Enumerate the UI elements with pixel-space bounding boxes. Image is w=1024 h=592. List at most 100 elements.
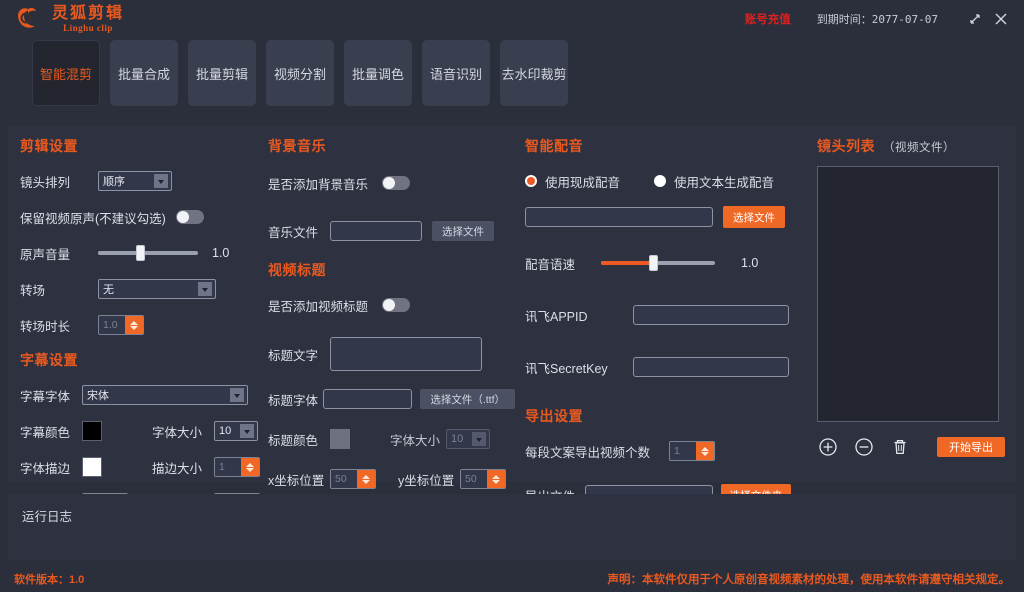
transition-duration-spinner[interactable]: 1.0 <box>98 315 144 335</box>
row-title-position: x坐标位置 50 y坐标位置 50 <box>268 464 515 494</box>
volume-label: 原声音量 <box>20 244 98 263</box>
title-font-size-value: 10 <box>451 433 463 445</box>
title-color-swatch[interactable] <box>330 429 350 449</box>
row-title-color: 标题颜色 字体大小 10 <box>268 424 515 454</box>
title-bar: 灵狐剪辑 Linghu clip 账号充值 到期时间：2077-07-07 <box>0 0 1024 38</box>
spinner-arrows-icon[interactable] <box>125 316 143 334</box>
title-y-spinner[interactable]: 50 <box>460 469 506 489</box>
row-subtitle-stroke: 字体描边 描边大小 1 <box>20 452 260 482</box>
minus-circle-icon[interactable] <box>853 436 875 458</box>
edit-settings-title: 剪辑设置 <box>20 136 260 156</box>
spinner-arrows-icon[interactable] <box>696 442 714 460</box>
row-dubbing-radios: 使用现成配音 使用文本生成配音 <box>525 166 805 196</box>
spinner-arrows-icon[interactable] <box>357 470 375 488</box>
tab-speech-recognition[interactable]: 语音识别 <box>422 40 490 106</box>
restore-icon[interactable] <box>962 6 988 32</box>
subtitle-color-swatch[interactable] <box>82 421 102 441</box>
shot-order-value: 顺序 <box>103 173 125 189</box>
start-export-button[interactable]: 开始导出 <box>937 437 1005 457</box>
app-logo: 灵狐剪辑 Linghu clip <box>14 4 124 34</box>
toggle-knob <box>383 177 395 189</box>
spinner-arrows-icon[interactable] <box>487 470 505 488</box>
tab-watermark-crop[interactable]: 去水印裁剪 <box>500 40 568 106</box>
row-bgm-enable: 是否添加背景音乐 <box>268 168 515 198</box>
column-dubbing-export: 智能配音 使用现成配音 使用文本生成配音 选择文件 配音语速 1.0 <box>515 126 805 482</box>
title-text-input[interactable] <box>330 337 482 371</box>
keep-audio-toggle[interactable] <box>176 210 204 224</box>
tab-label: 批量剪辑 <box>196 64 248 83</box>
title-font-size-label: 字体大小 <box>390 430 446 449</box>
title-font-label: 标题字体 <box>268 390 323 409</box>
title-font-choose-button[interactable]: 选择文件（.ttf） <box>420 389 515 409</box>
column-edit-settings: 剪辑设置 镜头排列 顺序 保留视频原声(不建议勾选) 原声音量 <box>8 126 260 482</box>
app-window: 灵狐剪辑 Linghu clip 账号充值 到期时间：2077-07-07 智能… <box>0 0 1024 592</box>
appid-label: 讯飞APPID <box>525 306 633 325</box>
plus-circle-icon[interactable] <box>817 436 839 458</box>
spinner-value: 1 <box>670 442 696 460</box>
tab-video-split[interactable]: 视频分割 <box>266 40 334 106</box>
secretkey-input[interactable] <box>633 357 789 377</box>
title-font-input[interactable] <box>323 389 413 409</box>
radio-text-dub-label: 使用文本生成配音 <box>674 172 774 191</box>
subtitle-settings-title: 字幕设置 <box>20 350 260 370</box>
subtitle-font-select[interactable]: 宋体 <box>82 385 248 405</box>
dubbing-speed-value: 1.0 <box>741 256 758 270</box>
video-title-title: 视频标题 <box>268 260 515 280</box>
volume-value: 1.0 <box>212 246 229 260</box>
row-title-font: 标题字体 选择文件（.ttf） <box>268 384 515 414</box>
subtitle-stroke-swatch[interactable] <box>82 457 102 477</box>
tab-smart-mix[interactable]: 智能混剪 <box>32 40 100 106</box>
title-x-spinner[interactable]: 50 <box>330 469 376 489</box>
slider-handle[interactable] <box>136 245 145 261</box>
transition-select[interactable]: 无 <box>98 279 216 299</box>
title-enable-label: 是否添加视频标题 <box>268 296 368 315</box>
row-transition-duration: 转场时长 1.0 <box>20 310 260 340</box>
stroke-size-spinner[interactable]: 1 <box>214 457 260 477</box>
tab-batch-compose[interactable]: 批量合成 <box>110 40 178 106</box>
radio-existing-dub[interactable] <box>525 175 537 187</box>
transition-label: 转场 <box>20 280 98 299</box>
subtitle-font-size-select[interactable]: 10 <box>214 421 258 441</box>
spinner-value: 1.0 <box>99 316 125 334</box>
tab-label: 语音识别 <box>430 64 482 83</box>
row-transition: 转场 无 <box>20 274 260 304</box>
bgm-file-input[interactable] <box>330 221 422 241</box>
run-log-panel[interactable]: 运行日志 <box>8 494 1016 560</box>
tab-batch-edit[interactable]: 批量剪辑 <box>188 40 256 106</box>
dubbing-title: 智能配音 <box>525 136 805 156</box>
close-icon[interactable] <box>988 6 1014 32</box>
dubbing-speed-slider[interactable] <box>601 253 715 273</box>
tab-label: 批量合成 <box>118 64 170 83</box>
title-y-label: y坐标位置 <box>398 470 460 489</box>
tab-bar: 智能混剪 批量合成 批量剪辑 视频分割 批量调色 语音识别 去水印裁剪 <box>0 38 1024 116</box>
dubbing-choose-file-button[interactable]: 选择文件 <box>723 206 785 228</box>
dubbing-speed-label: 配音语速 <box>525 254 601 273</box>
tab-batch-color[interactable]: 批量调色 <box>344 40 412 106</box>
disclaimer-text: 声明：本软件仅用于个人原创音视频素材的处理，使用本软件请遵守相关规定。 <box>608 571 1011 587</box>
trash-icon[interactable] <box>889 436 911 458</box>
logo-title-en: Linghu clip <box>52 24 124 33</box>
radio-text-dub[interactable] <box>654 175 666 187</box>
chevron-down-icon <box>476 438 482 442</box>
bgm-enable-toggle[interactable] <box>382 176 410 190</box>
title-font-size-select[interactable]: 10 <box>446 429 490 449</box>
radio-existing-dub-label: 使用现成配音 <box>545 172 620 191</box>
volume-slider[interactable] <box>98 243 198 263</box>
shot-order-select[interactable]: 顺序 <box>98 171 172 191</box>
spinner-arrows-icon[interactable] <box>241 458 259 476</box>
shot-list-box[interactable] <box>817 166 999 422</box>
row-dubbing-speed: 配音语速 1.0 <box>525 248 805 278</box>
chevron-down-icon <box>244 430 250 434</box>
export-count-spinner[interactable]: 1 <box>669 441 715 461</box>
logo-text: 灵狐剪辑 Linghu clip <box>52 6 124 33</box>
title-color-label: 标题颜色 <box>268 430 330 449</box>
title-enable-toggle[interactable] <box>382 298 410 312</box>
slider-handle[interactable] <box>649 255 658 271</box>
appid-input[interactable] <box>633 305 789 325</box>
dubbing-file-input[interactable] <box>525 207 713 227</box>
fox-logo-icon <box>14 4 44 34</box>
chevron-down-icon <box>158 180 164 184</box>
bgm-choose-file-button[interactable]: 选择文件 <box>432 221 494 241</box>
account-recharge-link[interactable]: 账号充值 <box>745 11 791 27</box>
row-subtitle-font: 字幕字体 宋体 <box>20 380 260 410</box>
